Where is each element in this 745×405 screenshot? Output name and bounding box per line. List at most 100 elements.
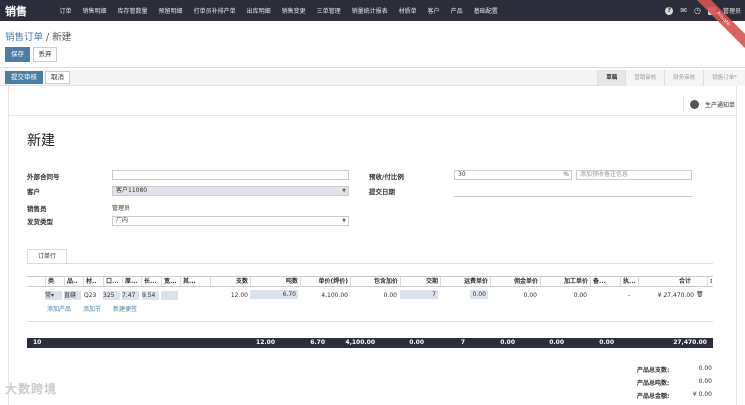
top-navbar: 销售 订单 销售明细 库存管数量 预留明细 打单员补排产单 出库明细 销售变更 … — [0, 0, 745, 21]
total-freight: 0.00 — [500, 339, 515, 346]
ship-type-label: 发货类型 — [27, 218, 53, 226]
cell-qty[interactable]: 12.00 — [208, 291, 248, 300]
discard-button[interactable]: 丢弃 — [33, 47, 57, 62]
col-diameter[interactable]: 口... — [103, 277, 118, 286]
menu-item-outbound-detail[interactable]: 出库明细 — [241, 6, 276, 15]
add-product-link[interactable]: 添加产品 — [47, 304, 71, 313]
cancel-button[interactable]: 取消 — [45, 71, 70, 84]
menu-item-base-config[interactable]: 基础配置 — [468, 6, 503, 15]
prepay-ratio-value: 30 — [458, 171, 466, 178]
col-lead-time[interactable]: 交期 — [400, 277, 440, 286]
stage-sales-order[interactable]: 销售订单* — [703, 70, 745, 86]
breadcrumb-current: 新建 — [52, 32, 72, 43]
menu-item-sales-detail[interactable]: 销售明细 — [77, 6, 112, 15]
main-menu: 订单 销售明细 库存管数量 预留明细 打单员补排产单 出库明细 销售变更 三单管… — [54, 6, 503, 15]
col-note[interactable]: 备... — [590, 277, 608, 286]
menu-item-material-sheet[interactable]: 材质单 — [393, 6, 422, 15]
stage-draft[interactable]: 草稿 — [597, 70, 626, 86]
col-width[interactable]: 宽... — [161, 277, 176, 286]
salesman-value[interactable]: 管理员 — [112, 203, 130, 212]
col-thickness[interactable]: 厚... — [122, 277, 137, 286]
chat-icon[interactable]: ✉ — [680, 6, 687, 15]
help-icon[interactable]: ? — [665, 6, 674, 15]
menu-item-production-order[interactable]: 打单员补排产单 — [188, 6, 241, 15]
col-price[interactable]: 单价(焊价) — [300, 277, 350, 286]
menu-item-three-docs[interactable]: 三单管理 — [311, 6, 346, 15]
cell-length[interactable]: 9.54 — [142, 291, 159, 300]
col-markup[interactable]: 包含加价 — [350, 277, 400, 286]
watermark-logo: 大数跨境 — [5, 382, 58, 396]
clock-icon[interactable]: ◷ — [694, 6, 701, 15]
cell-tons[interactable]: 6.70 — [250, 290, 298, 299]
menu-item-products[interactable]: 产品 — [445, 6, 468, 15]
cell-lead-time[interactable]: 7 — [400, 290, 438, 299]
col-total[interactable]: 合计 — [638, 277, 693, 286]
add-section-link[interactable]: 添加节 — [83, 304, 101, 313]
lines-table-header: 类... 品... 材... 口... 厚... 长... 宽... 其... … — [27, 276, 713, 287]
col-tons[interactable]: 吨数 — [250, 277, 300, 286]
prepay-note-field[interactable]: 添加预收备注信息 — [576, 170, 692, 180]
total-processing: 0.00 — [599, 339, 614, 346]
cell-total: ¥ 27,470.00 — [657, 292, 694, 299]
salesman-label: 销售员 — [27, 205, 47, 213]
stage-finance-review[interactable]: 财务审核 — [664, 70, 704, 86]
summary-amount-label: 产品总金额: — [637, 393, 670, 400]
col-processing[interactable]: 加工单价 — [540, 277, 590, 286]
prepay-ratio-label: 预收/付比例 — [369, 173, 404, 181]
customer-select[interactable]: 客户11080 ▼ — [112, 186, 349, 196]
breadcrumb-sep: / — [43, 32, 53, 43]
cell-commission[interactable]: 0.00 — [490, 291, 537, 300]
menu-item-customers[interactable]: 客户 — [422, 6, 445, 15]
col-material[interactable]: 材... — [83, 277, 96, 286]
divider — [0, 67, 745, 68]
summary-tons-label: 产品总吨数: — [637, 380, 670, 387]
ext-contract-field[interactable] — [112, 170, 349, 180]
menu-item-sales-change[interactable]: 销售变更 — [276, 6, 311, 15]
submit-date-field[interactable] — [454, 196, 692, 197]
save-button[interactable]: 保存 — [5, 47, 30, 62]
breadcrumb-parent[interactable]: 销售订单 — [5, 32, 43, 43]
col-exec[interactable]: 执... — [620, 277, 638, 286]
cell-thickness[interactable]: 7.47 — [122, 291, 139, 300]
submit-review-button[interactable]: 提交审核 — [5, 71, 43, 84]
cell-product[interactable]: 直缝 — [64, 291, 81, 300]
production-notice-button[interactable]: 生产通知单 — [682, 96, 735, 112]
trash-icon[interactable]: 🗑 — [696, 290, 704, 299]
form-sheet — [8, 86, 737, 405]
ship-type-select[interactable]: 厂内 ▼ — [112, 216, 349, 226]
cell-diameter[interactable]: 325 — [103, 291, 120, 300]
prepay-ratio-field[interactable]: 30 % — [454, 170, 572, 180]
col-other[interactable]: 其... — [180, 277, 210, 286]
menu-item-sales-report[interactable]: 销量统计报表 — [346, 6, 393, 15]
cell-material[interactable]: Q23 — [84, 291, 100, 300]
cell-freight[interactable]: 0.00 — [470, 290, 488, 299]
cell-width[interactable] — [161, 291, 178, 300]
cell-processing[interactable]: 0.00 — [540, 291, 587, 300]
globe-icon — [689, 99, 699, 109]
col-freight[interactable]: 运费单价 — [440, 277, 490, 286]
cell-price[interactable]: 4,100.00 — [300, 291, 348, 300]
summary-amount-value: ¥ 0.00 — [692, 391, 712, 398]
col-length[interactable]: 长... — [141, 277, 156, 286]
stage-marketing-review[interactable]: 营销审核 — [625, 70, 665, 86]
breadcrumb: 销售订单 / 新建 — [5, 29, 71, 43]
col-product[interactable]: 品... — [64, 277, 77, 286]
cell-exec[interactable]: - — [628, 291, 636, 300]
app-brand[interactable]: 销售 — [0, 3, 54, 19]
ext-contract-label: 外部合同号 — [27, 173, 60, 181]
ship-type-value: 厂内 — [116, 217, 129, 224]
menu-item-reserve-detail[interactable]: 预留明细 — [153, 6, 188, 15]
cell-type[interactable]: 常▾ — [45, 291, 62, 300]
col-commission[interactable]: 佣金单价 — [490, 277, 540, 286]
cell-markup[interactable]: 0.00 — [350, 291, 397, 300]
summary-qty-value: 0.00 — [698, 365, 712, 372]
menu-item-stock-qty[interactable]: 库存管数量 — [112, 6, 153, 15]
col-type[interactable]: 类... — [45, 277, 55, 286]
divider — [27, 321, 713, 322]
col-options-icon[interactable]: ⁝ — [707, 277, 713, 286]
total-qty: 12.00 — [256, 339, 275, 346]
add-note-link[interactable]: 新建便签 — [113, 304, 137, 313]
col-qty[interactable]: 支数 — [210, 277, 250, 286]
tab-order-lines[interactable]: 订单行 — [27, 249, 67, 263]
menu-item-orders[interactable]: 订单 — [54, 6, 77, 15]
